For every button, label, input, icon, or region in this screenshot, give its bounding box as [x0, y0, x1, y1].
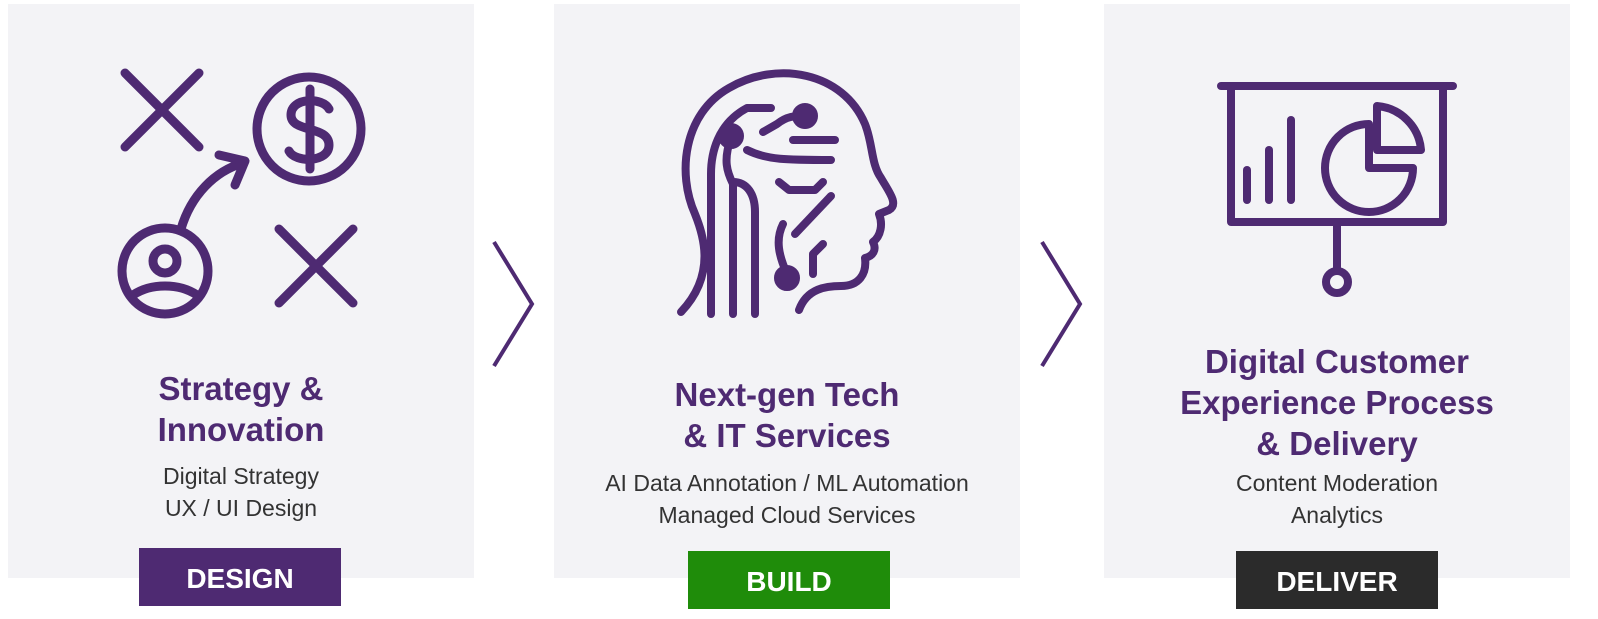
stage-title: Next-gen Tech & IT Services	[674, 376, 900, 454]
stage-item: UX / UI Design	[164, 495, 318, 521]
stage-item: Digital Strategy	[163, 463, 319, 489]
stage-card-build: Next-gen Tech & IT Services AI Data Anno…	[554, 4, 1020, 578]
stage-items: Content Moderation Analytics	[1104, 467, 1570, 531]
stage-item: Content Moderation	[1235, 470, 1438, 496]
stage-items: Digital Strategy UX / UI Design	[8, 460, 474, 524]
chevron-right-icon	[1040, 240, 1083, 368]
presentation-chart-icon	[1217, 82, 1457, 297]
stage-card-deliver: Digital Customer Experience Process & De…	[1104, 4, 1570, 578]
stage-item: AI Data Annotation / ML Automation	[605, 470, 969, 496]
stage-title: Strategy & Innovation	[157, 370, 325, 448]
stage-item: Managed Cloud Services	[658, 502, 916, 528]
chevron-right-icon	[492, 240, 535, 368]
circuit-head-icon	[677, 69, 898, 318]
deliver-badge: DELIVER	[1236, 551, 1438, 609]
stage-items: AI Data Annotation / ML Automation Manag…	[554, 467, 1020, 531]
design-badge: DESIGN	[139, 548, 341, 606]
build-badge: BUILD	[688, 551, 890, 609]
stage-title: Digital Customer Experience Process & De…	[1180, 343, 1494, 462]
stage-item: Analytics	[1290, 502, 1384, 528]
stage-card-design: Strategy & Innovation Digital Strategy U…	[8, 4, 474, 578]
strategy-plan-icon	[117, 68, 366, 319]
